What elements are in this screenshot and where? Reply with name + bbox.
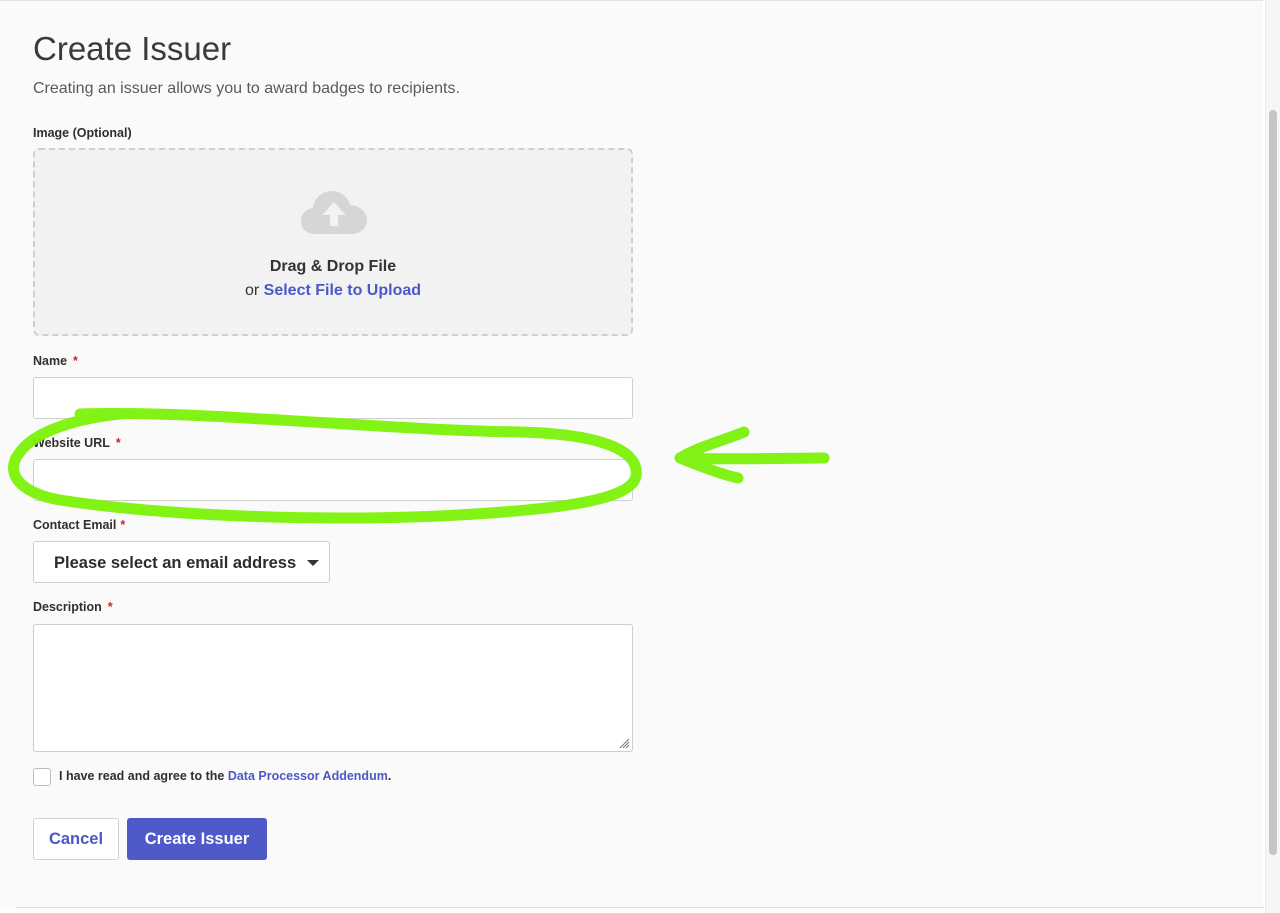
contact-email-label-text: Contact Email: [33, 518, 117, 532]
data-processor-addendum-link[interactable]: Data Processor Addendum: [228, 769, 388, 783]
description-textarea[interactable]: [33, 624, 633, 752]
website-url-label: Website URL *: [33, 435, 121, 451]
contact-email-selected: Please select an email address: [54, 554, 297, 572]
name-label-text: Name: [33, 354, 68, 368]
page: Create Issuer Creating an issuer allows …: [0, 0, 1280, 913]
panel-divider: [16, 907, 1264, 908]
or-text: or: [244, 282, 260, 299]
description-label: Description *: [33, 599, 113, 615]
cancel-button[interactable]: Cancel: [33, 818, 119, 860]
select-file-link[interactable]: Select File to Upload: [264, 282, 421, 299]
required-marker: *: [107, 600, 113, 614]
cloud-upload-icon: [301, 191, 367, 234]
scrollbar-thumb[interactable]: [1269, 110, 1277, 855]
image-dropzone[interactable]: Drag & Drop File or Select File to Uploa…: [33, 148, 633, 336]
create-issuer-button[interactable]: Create Issuer: [127, 818, 267, 860]
page-title: Create Issuer: [33, 30, 232, 67]
name-input[interactable]: [33, 377, 633, 419]
agreement-suffix: .: [387, 769, 392, 783]
agreement-checkbox[interactable]: [33, 768, 51, 786]
agreement-text: I have read and agree to the Data Proces…: [59, 768, 391, 784]
agreement-prefix: I have read and agree to the: [59, 769, 225, 783]
required-marker: *: [115, 436, 121, 450]
resize-handle-icon[interactable]: [619, 738, 630, 749]
form-panel: Create Issuer Creating an issuer allows …: [0, 0, 1263, 909]
select-file-row: or Select File to Upload: [35, 281, 631, 301]
contact-email-select[interactable]: Please select an email address: [33, 541, 330, 583]
name-label: Name *: [33, 353, 78, 369]
image-label: Image (Optional): [33, 126, 132, 140]
description-label-text: Description: [33, 600, 102, 614]
website-url-label-text: Website URL: [33, 436, 110, 450]
required-marker: *: [73, 354, 78, 368]
page-subtitle: Creating an issuer allows you to award b…: [33, 80, 460, 97]
website-url-input[interactable]: [33, 459, 633, 501]
vertical-scrollbar[interactable]: [1265, 0, 1280, 913]
drop-file-text: Drag & Drop File: [269, 258, 397, 275]
contact-email-label: Contact Email *: [33, 517, 125, 533]
chevron-down-icon: [307, 560, 319, 566]
required-marker: *: [120, 518, 126, 532]
